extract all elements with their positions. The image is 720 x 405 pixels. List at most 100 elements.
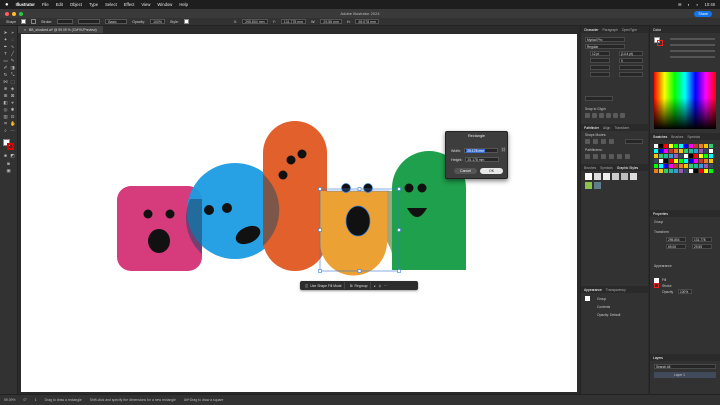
kerning-field[interactable] (590, 58, 610, 63)
tab-paragraph[interactable]: Paragraph (602, 28, 617, 32)
color-swatch[interactable] (689, 169, 693, 173)
direct-selection-tool-icon[interactable]: ➢ (10, 30, 15, 35)
language-field[interactable] (585, 96, 613, 101)
artboard-canvas[interactable] (21, 34, 577, 392)
color-swatch[interactable] (669, 144, 673, 148)
color-swatch[interactable] (679, 159, 683, 163)
rotate-tool-icon[interactable]: ↻ (3, 72, 8, 77)
color-slider-m[interactable] (670, 44, 715, 46)
shaper-tool-icon[interactable]: ✐ (3, 65, 8, 70)
color-swatch[interactable] (664, 169, 668, 173)
color-swatch[interactable] (664, 149, 668, 153)
color-swatch[interactable] (694, 164, 698, 168)
close-tab-icon[interactable]: × (24, 28, 26, 32)
hand-tool-icon[interactable]: ✋ (10, 121, 16, 126)
prop-h-field[interactable]: 29.55 (692, 244, 712, 249)
regroup-button[interactable]: ⊞ Regroup (348, 282, 371, 289)
color-swatch[interactable] (679, 164, 683, 168)
zoom-level[interactable]: 59.09% (4, 398, 16, 402)
color-swatch[interactable] (684, 164, 688, 168)
color-slider-c[interactable] (670, 38, 715, 40)
color-swatch[interactable] (689, 149, 693, 153)
color-swatch[interactable] (684, 149, 688, 153)
color-swatch[interactable] (709, 169, 713, 173)
graphic-style-6[interactable] (630, 173, 637, 180)
h-field[interactable]: 69.078 mm (355, 19, 379, 24)
shape-fill-mode-button[interactable]: ◫ Use Shape Fill Mode (303, 282, 345, 289)
color-swatch[interactable] (689, 154, 693, 158)
color-swatch[interactable] (664, 164, 668, 168)
symbol-sprayer-icon[interactable]: ✱ (10, 107, 15, 112)
tab-transform[interactable]: Transform (614, 126, 629, 130)
color-swatch[interactable] (704, 144, 708, 148)
color-swatch[interactable] (659, 164, 663, 168)
y-field[interactable]: 131.778 mm (280, 19, 307, 24)
font-size-field[interactable]: 12 pt (590, 51, 610, 56)
color-swatch[interactable] (664, 159, 668, 163)
tracking-field[interactable]: 0 (619, 58, 643, 63)
rectangle-tool-icon[interactable]: ▭ (3, 58, 8, 63)
stroke-weight-field[interactable] (57, 19, 74, 24)
color-swatch[interactable] (669, 169, 673, 173)
tab-color[interactable]: Color (653, 28, 661, 32)
tab-transparency[interactable]: Transparency (606, 288, 626, 292)
color-swatch[interactable] (674, 164, 678, 168)
lasso-icon[interactable]: ◌ (10, 37, 15, 42)
minimize-window-button[interactable] (12, 11, 16, 16)
tab-swatch-symbols[interactable]: Symbols (687, 135, 700, 139)
menu-effect[interactable]: Effect (124, 2, 135, 7)
gradient-mode-icon[interactable]: ◩ (10, 153, 15, 158)
clock[interactable]: 10:48 (705, 2, 715, 7)
scale-tool-icon[interactable]: ⤡ (10, 72, 15, 77)
color-swatch[interactable] (699, 154, 703, 158)
graphic-style-5[interactable] (621, 173, 628, 180)
graphic-style-4[interactable] (612, 173, 619, 180)
menu-help[interactable]: Help (179, 2, 188, 7)
color-swatch[interactable] (664, 144, 668, 148)
trim-icon[interactable] (593, 154, 598, 159)
menu-file[interactable]: File (42, 2, 49, 7)
color-swatch[interactable] (654, 144, 658, 148)
eraser-icon[interactable]: ◨ (10, 65, 15, 70)
snap-option-icon-6[interactable] (620, 113, 625, 118)
color-swatch[interactable] (659, 144, 663, 148)
lock-icon[interactable]: ⚷ (379, 284, 381, 288)
tab-graphic-styles[interactable]: Graphic Styles (617, 166, 638, 170)
prop-x-field[interactable]: 295.804 (666, 237, 686, 242)
horizontal-scale-field[interactable] (619, 65, 643, 70)
leading-field[interactable]: (14.4 pt) (619, 51, 643, 56)
snap-option-icon-2[interactable] (592, 113, 597, 118)
font-family-field[interactable]: Myriad Pro (585, 37, 625, 42)
curvature-tool-icon[interactable]: ∿ (10, 44, 15, 49)
color-slider-k[interactable] (670, 56, 715, 58)
color-swatch[interactable] (674, 144, 678, 148)
pen-tool-icon[interactable]: ✒ (3, 44, 8, 49)
cancel-button[interactable]: Cancel (454, 168, 477, 174)
contents-label[interactable]: Contents (597, 305, 610, 309)
color-swatch[interactable] (684, 169, 688, 173)
slice-tool-icon[interactable]: ⌗ (3, 121, 8, 126)
color-swatch[interactable] (694, 149, 698, 153)
live-paint-icon[interactable]: ◈ (10, 86, 15, 91)
layer-row[interactable]: Layer 1 (654, 372, 716, 378)
tab-layers[interactable]: Layers (653, 356, 663, 360)
intersect-icon[interactable] (601, 139, 606, 144)
outline-icon[interactable] (617, 154, 622, 159)
perspective-grid-icon[interactable]: ⊞ (3, 93, 8, 98)
color-swatch[interactable] (659, 149, 663, 153)
gradient-tool-icon[interactable]: ◧ (3, 100, 8, 105)
crop-icon[interactable] (609, 154, 614, 159)
baseline-shift-field[interactable] (590, 72, 610, 77)
menu-type[interactable]: Type (89, 2, 98, 7)
color-swatch[interactable] (659, 169, 663, 173)
color-swatch[interactable] (674, 159, 678, 163)
blend-tool-icon[interactable]: ◎ (3, 107, 8, 112)
color-swatch[interactable] (694, 169, 698, 173)
layers-search-field[interactable]: Search All (654, 364, 716, 369)
color-swatch[interactable] (694, 144, 698, 148)
color-swatch[interactable] (679, 169, 683, 173)
color-swatch[interactable] (694, 159, 698, 163)
color-swatch[interactable] (704, 154, 708, 158)
color-swatch[interactable] (654, 154, 658, 158)
tab-appearance[interactable]: Appearance (584, 288, 602, 292)
